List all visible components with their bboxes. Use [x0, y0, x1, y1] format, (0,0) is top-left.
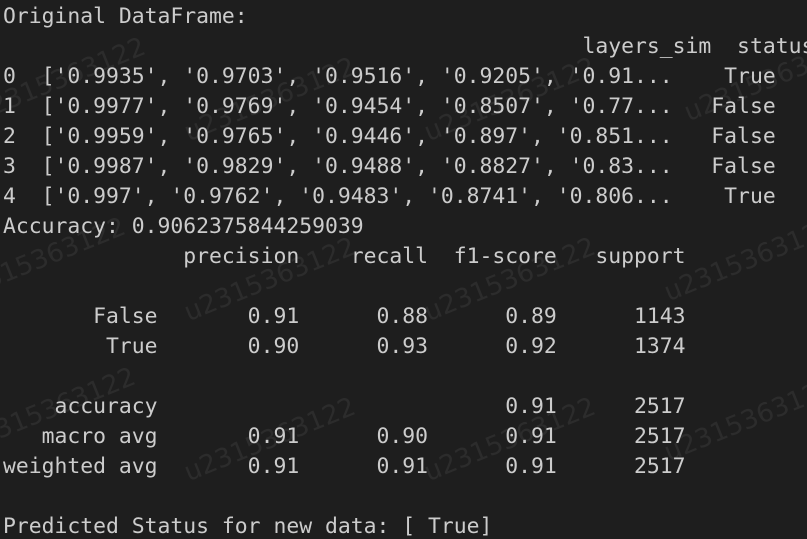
output-line-row-3: 3 ['0.9987', '0.9829', '0.9488', '0.8827… — [3, 154, 776, 179]
output-line-report-header: precision recall f1-score support — [3, 244, 686, 269]
output-line-blank — [3, 272, 807, 302]
output-line-blank — [3, 362, 807, 392]
output-line-report-macro-avg: macro avg 0.91 0.90 0.91 2517 — [3, 424, 686, 449]
output-line-row-1: 1 ['0.9977', '0.9769', '0.9454', '0.8507… — [3, 94, 776, 119]
output-line-report-false: False 0.91 0.88 0.89 1143 — [3, 304, 686, 329]
output-line-report-accuracy: accuracy 0.91 2517 — [3, 394, 686, 419]
output-line-report-true: True 0.90 0.93 0.92 1374 — [3, 334, 686, 359]
output-line-report-weighted-avg: weighted avg 0.91 0.91 0.91 2517 — [3, 454, 686, 479]
output-line-row-2: 2 ['0.9959', '0.9765', '0.9446', '0.897'… — [3, 124, 776, 149]
output-line-accuracy: Accuracy: 0.9062375844259039 — [3, 214, 364, 239]
output-line-prediction: Predicted Status for new data: [ True] — [3, 514, 493, 539]
output-line-row-4: 4 ['0.997', '0.9762', '0.9483', '0.8741'… — [3, 184, 776, 209]
output-line-dataframe-heading: Original DataFrame: — [3, 4, 248, 29]
output-line-column-header: layers_sim status — [3, 34, 807, 59]
output-line-row-0: 0 ['0.9935', '0.9703', '0.9516', '0.9205… — [3, 64, 776, 89]
output-line-blank — [3, 482, 807, 512]
console-output-panel: u2315363122 u2315363122 u2315363122 u231… — [0, 0, 807, 539]
output-text: Original DataFrame: layers_sim status 0 [… — [3, 2, 807, 539]
